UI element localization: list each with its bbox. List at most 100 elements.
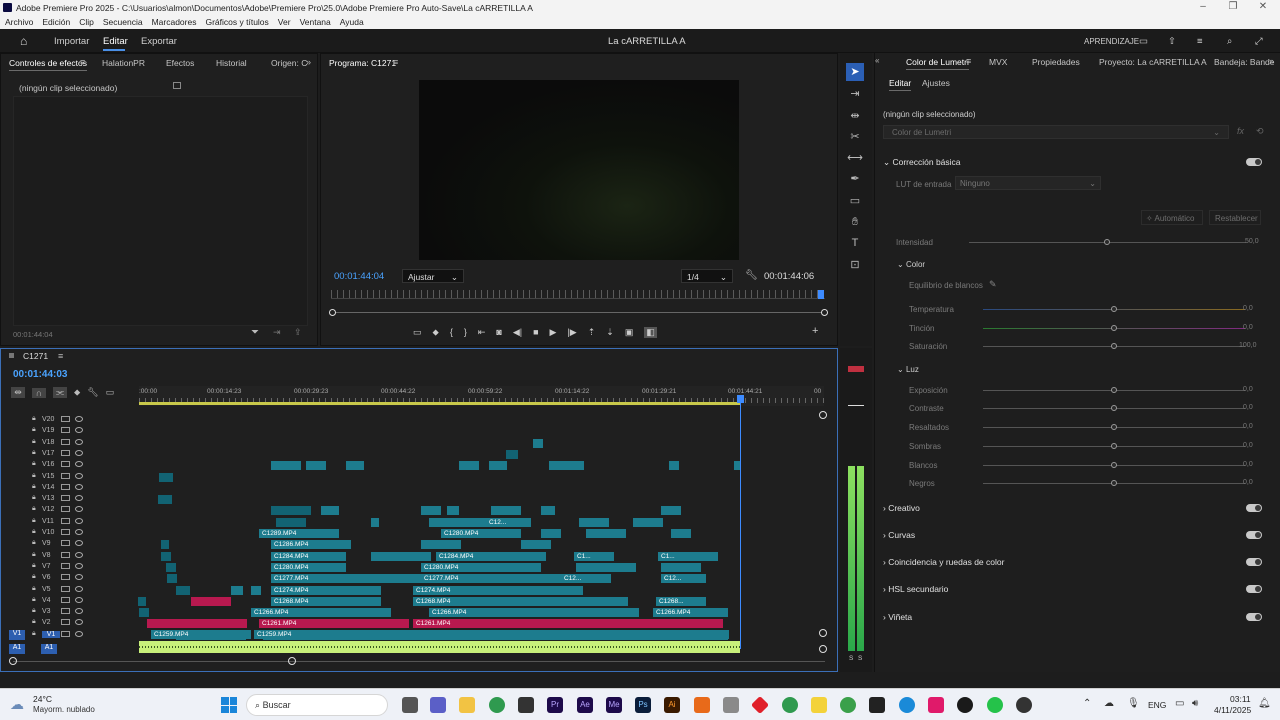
menu-archivo[interactable]: Archivo [5, 17, 33, 27]
shadows-value[interactable]: 0,0 [1243, 442, 1253, 449]
v1-source-patch[interactable]: V1 [9, 630, 25, 640]
play-icon[interactable]: ▶ [550, 327, 557, 338]
effect-dropdown[interactable]: Color de Lumetri ⌄ [883, 125, 1229, 139]
windows-start-icon[interactable] [221, 697, 237, 713]
maximize-icon[interactable]: ❐ [1224, 1, 1242, 14]
selection-tool-icon[interactable]: ➤ [846, 63, 864, 81]
timeline-clip[interactable]: C1280.MP4 [421, 562, 541, 572]
track-sync-icon[interactable] [61, 562, 70, 569]
timeline-clip[interactable] [506, 449, 518, 459]
aprendizaje-button[interactable]: APRENDIZAJE [1084, 37, 1139, 46]
app-icon-10[interactable] [957, 697, 973, 713]
scroll-handle-left[interactable] [9, 657, 17, 665]
timeline-clip[interactable] [371, 551, 431, 561]
track-lock-icon[interactable]: 🔒︎ [32, 539, 36, 547]
track-sync-icon[interactable] [61, 585, 70, 592]
track-sync-icon[interactable] [61, 630, 70, 637]
exposure-value[interactable]: 0,0 [1243, 386, 1253, 393]
track-lock-icon[interactable]: 🔒︎ [32, 472, 36, 480]
a1-source-patch[interactable]: A1 [9, 644, 25, 654]
timeline-clip[interactable] [341, 540, 351, 550]
timeline-scrollbar[interactable] [13, 661, 825, 662]
hsl-toggle[interactable] [1246, 585, 1262, 593]
photoshop-icon[interactable]: Ps [635, 697, 651, 713]
menu-icon[interactable]: ≡ [1197, 36, 1203, 47]
app-icon-4[interactable] [723, 697, 739, 713]
safe-margins-icon[interactable]: ▭ [413, 327, 422, 338]
menu-clip[interactable]: Clip [79, 17, 94, 27]
volume-icon[interactable]: 🔊︎ [1192, 698, 1198, 709]
audio-clip[interactable] [139, 641, 740, 653]
contrast-value[interactable]: 0,0 [1243, 404, 1253, 411]
timeline-clip[interactable]: C12... [486, 517, 531, 527]
color-section[interactable]: ⌄ Color [897, 260, 925, 269]
timeline-clip[interactable]: C1268.MP4 [271, 596, 381, 606]
timeline-clip[interactable] [231, 585, 243, 595]
timeline-clip[interactable] [159, 472, 173, 482]
track-eye-icon[interactable] [75, 517, 83, 524]
timeline-clip[interactable] [166, 562, 176, 572]
timeline-clip[interactable] [138, 596, 146, 606]
media-encoder-icon[interactable]: Me [606, 697, 622, 713]
auto-button[interactable]: ✧ Automático [1141, 210, 1203, 225]
timeline-timecode[interactable]: 00:01:44:03 [13, 369, 67, 380]
timeline-clip[interactable]: C1280.MP4 [271, 562, 346, 572]
track-lock-icon[interactable]: 🔒︎ [32, 449, 36, 457]
timeline-clip[interactable] [429, 517, 489, 527]
track-sync-icon[interactable] [61, 551, 70, 558]
track-label[interactable]: V4 [42, 597, 60, 604]
mark-out-icon[interactable]: } [464, 327, 467, 337]
taskbar-search[interactable]: ⌕ Buscar [246, 694, 388, 716]
timeline-clip[interactable] [321, 506, 339, 516]
timeline-clip[interactable]: C1266.MP4 [653, 608, 728, 618]
timeline-clip[interactable] [167, 574, 177, 584]
track-lock-icon[interactable]: 🔒︎ [32, 551, 36, 559]
mark-in-icon[interactable]: { [450, 327, 453, 337]
timeline-clip[interactable] [161, 540, 169, 550]
track-label[interactable]: V7 [42, 563, 60, 570]
track-sync-icon[interactable] [61, 495, 70, 502]
track-label[interactable]: V1 [42, 630, 60, 638]
track-sync-icon[interactable] [61, 517, 70, 524]
teams-icon[interactable] [430, 697, 446, 713]
v-scroll-bottom[interactable] [819, 629, 827, 637]
timeline-clip[interactable] [633, 517, 663, 527]
chrome-icon[interactable] [489, 697, 505, 713]
export-icon[interactable]: ⇥ [273, 327, 281, 338]
track-label[interactable]: V18 [42, 439, 60, 446]
timeline-clip[interactable] [251, 585, 261, 595]
reset-button[interactable]: Restablecer [1209, 210, 1261, 225]
track-sync-icon[interactable] [61, 461, 70, 468]
timeline-clip[interactable] [579, 517, 609, 527]
color-wheels-section[interactable]: › Coincidencia y ruedas de color [883, 557, 1004, 567]
saturation-knob[interactable] [1111, 343, 1117, 349]
timeline-clip[interactable] [381, 574, 421, 584]
light-section[interactable]: ⌄ Luz [897, 365, 919, 374]
timeline-clip[interactable] [276, 517, 306, 527]
app-icon-8[interactable] [869, 697, 885, 713]
tab-menu-icon[interactable]: ≡ [80, 57, 85, 67]
timeline-clip[interactable] [139, 608, 149, 618]
step-back-icon[interactable]: ◀| [513, 327, 522, 338]
timeline-clip[interactable]: C1261.MP4 [259, 619, 409, 629]
zoom-handle-left[interactable] [329, 309, 336, 316]
output-icon[interactable]: ⇪ [294, 327, 302, 338]
slip-tool-icon[interactable]: ⟷ [846, 149, 864, 167]
track-lock-icon[interactable]: 🔒︎ [32, 607, 36, 615]
creative-section[interactable]: › Creativo [883, 503, 920, 513]
razor-tool-icon[interactable]: ✂ [846, 128, 864, 146]
work-area-bar[interactable] [139, 402, 740, 405]
hsl-section[interactable]: › HSL secundario [883, 584, 948, 594]
track-sync-icon[interactable] [61, 540, 70, 547]
timeline-clip[interactable] [491, 506, 521, 516]
timeline-clip[interactable] [346, 461, 364, 471]
task-view-icon[interactable] [402, 697, 418, 713]
track-eye-icon[interactable] [75, 630, 83, 637]
tab-controles-efectos[interactable]: Controles de efectos [9, 58, 87, 71]
tab-propiedades[interactable]: Propiedades [1032, 57, 1080, 67]
compare-icon[interactable]: ◧ [644, 326, 657, 338]
timeline-clip[interactable] [541, 529, 561, 538]
nest-icon[interactable]: ⇹ [11, 387, 25, 398]
fullscreen-icon[interactable]: ⤢ [1255, 36, 1263, 47]
track-label[interactable]: V11 [42, 518, 60, 525]
